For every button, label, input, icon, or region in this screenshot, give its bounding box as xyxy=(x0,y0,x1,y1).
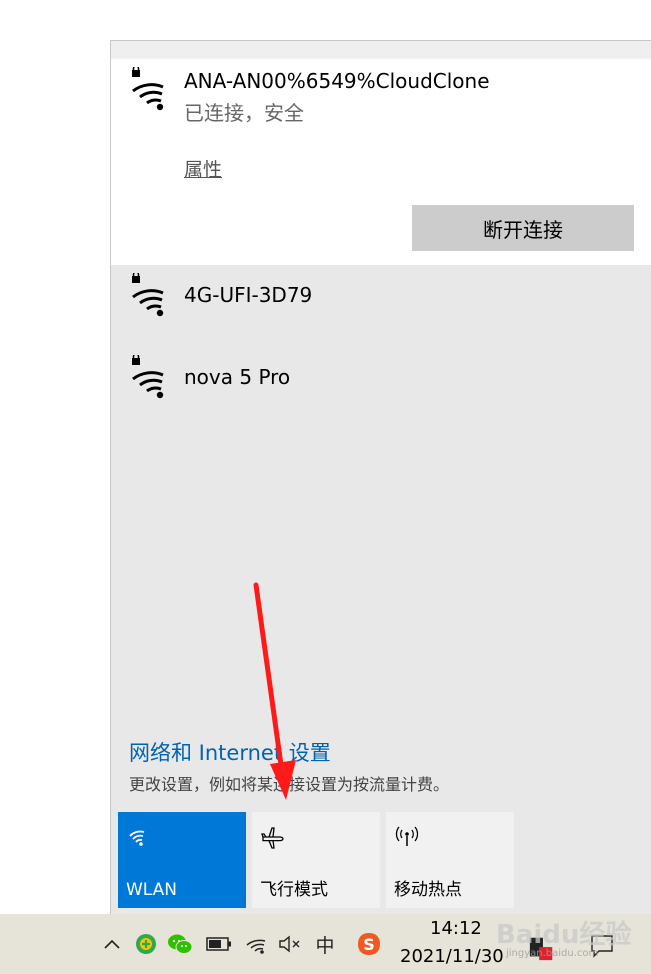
connected-network-panel[interactable]: ANA-AN00%6549%CloudClone 已连接，安全 属性 断开连接 xyxy=(111,59,651,265)
connection-status: 已连接，安全 xyxy=(184,101,304,125)
hotspot-tile-label: 移动热点 xyxy=(394,880,462,900)
wechat-icon[interactable] xyxy=(166,930,194,958)
volume-muted-icon[interactable] xyxy=(277,930,305,958)
secured-wifi-icon xyxy=(132,67,164,111)
baidu-watermark-url: jingyan.baidu.com xyxy=(506,948,599,959)
sogou-input-label: S xyxy=(363,934,375,954)
sogou-input-icon[interactable]: S xyxy=(355,930,383,958)
clock-time[interactable]: 14:12 xyxy=(430,918,482,939)
wifi-icon xyxy=(129,830,145,846)
connected-network-ssid: ANA-AN00%6549%CloudClone xyxy=(184,69,490,93)
network-settings-link[interactable]: 网络和 Internet 设置 xyxy=(129,737,331,767)
hotspot-icon xyxy=(395,826,419,846)
secured-wifi-icon xyxy=(132,355,164,399)
chevron-up-icon[interactable] xyxy=(98,930,126,958)
disconnect-button[interactable]: 断开连接 xyxy=(412,205,634,251)
secured-wifi-icon xyxy=(132,273,164,317)
airplane-mode-tile[interactable]: 飞行模式 xyxy=(252,812,380,908)
ime-indicator[interactable]: 中 xyxy=(311,930,339,958)
network-list-item[interactable]: nova 5 Pro xyxy=(111,347,651,429)
security-app-icon[interactable] xyxy=(132,930,160,958)
network-ssid: nova 5 Pro xyxy=(184,365,291,389)
airplane-tile-label: 飞行模式 xyxy=(260,880,328,900)
wlan-toggle-tile[interactable]: WLAN xyxy=(118,812,246,908)
mobile-hotspot-tile[interactable]: 移动热点 xyxy=(386,812,514,908)
network-list-item[interactable]: 4G-UFI-3D79 xyxy=(111,265,651,347)
flyout-top-strip xyxy=(111,41,651,59)
wlan-tile-label: WLAN xyxy=(126,880,178,900)
network-ssid: 4G-UFI-3D79 xyxy=(184,283,313,307)
network-flyout: ANA-AN00%6549%CloudClone 已连接，安全 属性 断开连接 … xyxy=(110,40,651,914)
baidu-watermark: Baidu经验 xyxy=(496,920,632,950)
wifi-icon[interactable] xyxy=(243,930,271,958)
taskbar: 中 S 14:12 2021/11/30 Baidu经验 jingyan.bai… xyxy=(0,914,651,974)
properties-link[interactable]: 属性 xyxy=(184,155,222,182)
clock-date[interactable]: 2021/11/30 xyxy=(400,946,504,967)
airplane-icon xyxy=(261,827,284,849)
battery-icon[interactable] xyxy=(205,930,233,958)
network-settings-description: 更改设置，例如将某连接设置为按流量计费。 xyxy=(129,775,450,794)
